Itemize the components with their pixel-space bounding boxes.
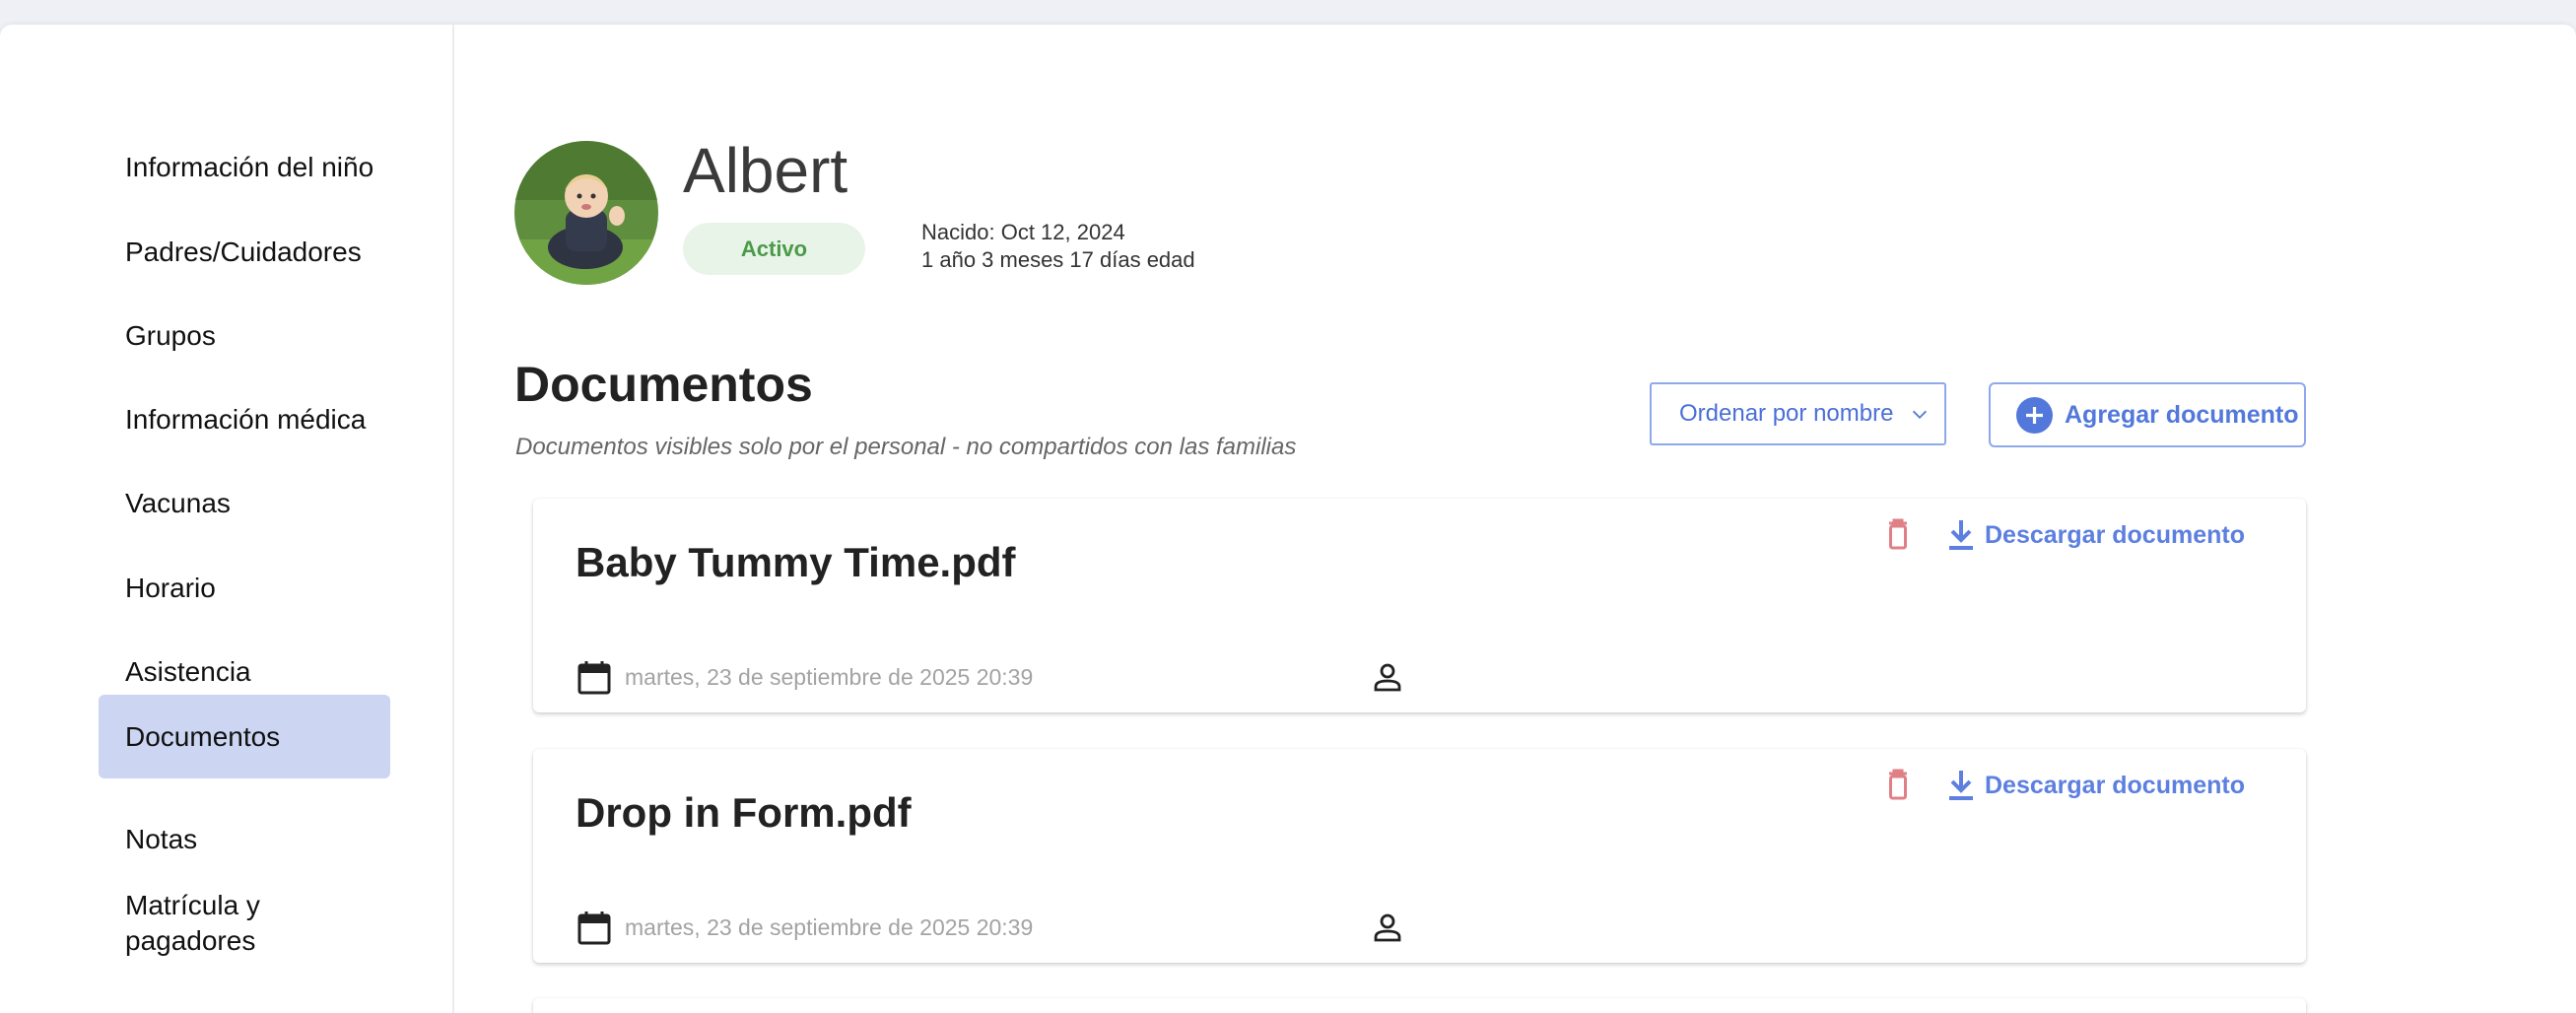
child-age: 1 año 3 meses 17 días edad: [921, 247, 1195, 272]
trash-icon[interactable]: [1877, 765, 1919, 806]
calendar-icon: [577, 912, 611, 945]
trash-icon[interactable]: [1877, 514, 1919, 556]
download-document-button[interactable]: Descargar documento: [1945, 514, 2245, 556]
sidebar-item-parents[interactable]: Padres/Cuidadores: [99, 223, 390, 282]
sidebar-item-label: Vacunas: [125, 488, 231, 518]
download-label: Descargar documento: [1985, 771, 2245, 799]
document-card: Baby Tummy Time.pdf Descargar documento …: [533, 499, 2306, 712]
sidebar-item-label: Matrícula y pagadores: [125, 890, 260, 956]
sidebar-item-medical[interactable]: Información médica: [99, 390, 390, 449]
sidebar-item-schedule[interactable]: Horario: [99, 559, 390, 618]
download-icon: [1949, 520, 1973, 550]
document-card: [533, 998, 2306, 1013]
sidebar-item-attendance[interactable]: Asistencia: [99, 642, 390, 702]
sidebar-item-groups[interactable]: Grupos: [99, 306, 390, 366]
sort-select-value: Ordenar por nombre: [1679, 400, 1894, 427]
document-card: Drop in Form.pdf Descargar documento mar…: [533, 749, 2306, 963]
sidebar-item-label: Horario: [125, 573, 216, 603]
add-circle-icon: [2016, 396, 2053, 434]
sidebar-item-label: Información del niño: [125, 152, 374, 182]
person-icon: [1374, 663, 1401, 692]
status-badge: Activo: [683, 223, 865, 275]
chevron-down-icon: [1912, 410, 1928, 420]
document-date: martes, 23 de septiembre de 2025 20:39: [625, 914, 1034, 940]
document-title: Drop in Form.pdf: [576, 789, 912, 836]
sidebar-item-label: Notas: [125, 824, 198, 854]
main-card: Información del niño Padres/Cuidadores G…: [0, 25, 2576, 1013]
sidebar-item-label: Grupos: [125, 320, 216, 351]
sidebar-item-child-info[interactable]: Información del niño: [99, 138, 390, 197]
download-icon: [1949, 771, 1973, 800]
person-icon: [1374, 913, 1401, 942]
sidebar-item-notes[interactable]: Notas: [99, 810, 390, 869]
avatar: [514, 141, 658, 285]
add-document-label: Agregar documento: [2065, 400, 2299, 429]
sidebar-item-documents[interactable]: Documentos: [99, 695, 390, 778]
sidebar-item-vaccines[interactable]: Vacunas: [99, 474, 390, 533]
document-title: Baby Tummy Time.pdf: [576, 539, 1016, 585]
child-name: Albert: [683, 135, 848, 206]
section-title: Documentos: [514, 357, 813, 412]
sidebar-item-label: Asistencia: [125, 656, 251, 687]
sidebar-item-label: Padres/Cuidadores: [125, 236, 362, 267]
calendar-icon: [577, 661, 611, 695]
add-document-button[interactable]: Agregar documento: [1989, 382, 2306, 447]
download-document-button[interactable]: Descargar documento: [1945, 765, 2245, 806]
sort-select[interactable]: Ordenar por nombre: [1650, 382, 1946, 445]
sidebar-item-label: Información médica: [125, 404, 367, 435]
sidebar: Información del niño Padres/Cuidadores G…: [0, 25, 454, 1013]
download-label: Descargar documento: [1985, 520, 2245, 549]
birth-date: Nacido: Oct 12, 2024: [921, 220, 1125, 244]
sidebar-item-label: Documentos: [125, 720, 281, 752]
section-subtitle: Documentos visibles solo por el personal…: [515, 434, 1297, 460]
sidebar-item-enrollment[interactable]: Matrícula y pagadores: [99, 882, 390, 965]
document-date: martes, 23 de septiembre de 2025 20:39: [625, 664, 1034, 690]
